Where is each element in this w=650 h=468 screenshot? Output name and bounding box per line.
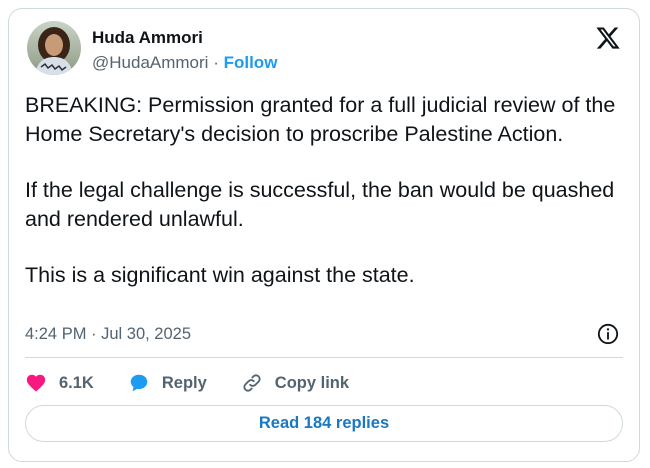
tweet-paragraph: This is a significant win against the st… <box>25 263 415 287</box>
author-name[interactable]: Huda Ammori <box>92 28 203 48</box>
avatar[interactable] <box>27 21 81 75</box>
read-replies-button[interactable]: Read 184 replies <box>25 405 623 442</box>
reply-label: Reply <box>161 373 207 392</box>
reply-bubble-icon <box>130 374 148 392</box>
tweet-card: Huda Ammori @HudaAmmori · Follow BREAKIN… <box>8 8 640 462</box>
like-button[interactable]: 6.1K <box>25 372 94 394</box>
tweet-paragraph: If the legal challenge is successful, th… <box>25 178 615 231</box>
author-handle[interactable]: @HudaAmmori <box>92 53 208 72</box>
divider <box>25 357 623 358</box>
tweet-paragraph: BREAKING: Permission granted for a full … <box>25 93 616 146</box>
read-replies-label: Read 184 replies <box>258 414 390 432</box>
author-handle-row: @HudaAmmori · Follow <box>92 53 277 73</box>
reply-button[interactable]: Reply <box>128 372 207 394</box>
tweet-timestamp[interactable]: 4:24 PM · Jul 30, 2025 <box>25 325 191 344</box>
tweet-actions: 6.1K Reply Copy link <box>25 369 383 397</box>
heart-icon <box>26 374 46 392</box>
like-count: 6.1K <box>59 373 94 392</box>
handle-separator: · <box>213 53 219 72</box>
copy-link-label: Copy link <box>274 373 350 392</box>
copy-link-button[interactable]: Copy link <box>241 372 349 394</box>
x-logo-icon[interactable] <box>595 25 621 51</box>
info-icon[interactable] <box>597 323 619 345</box>
tweet-text: BREAKING: Permission granted for a full … <box>25 91 625 290</box>
follow-button[interactable]: Follow <box>224 53 278 72</box>
link-icon <box>243 374 261 392</box>
